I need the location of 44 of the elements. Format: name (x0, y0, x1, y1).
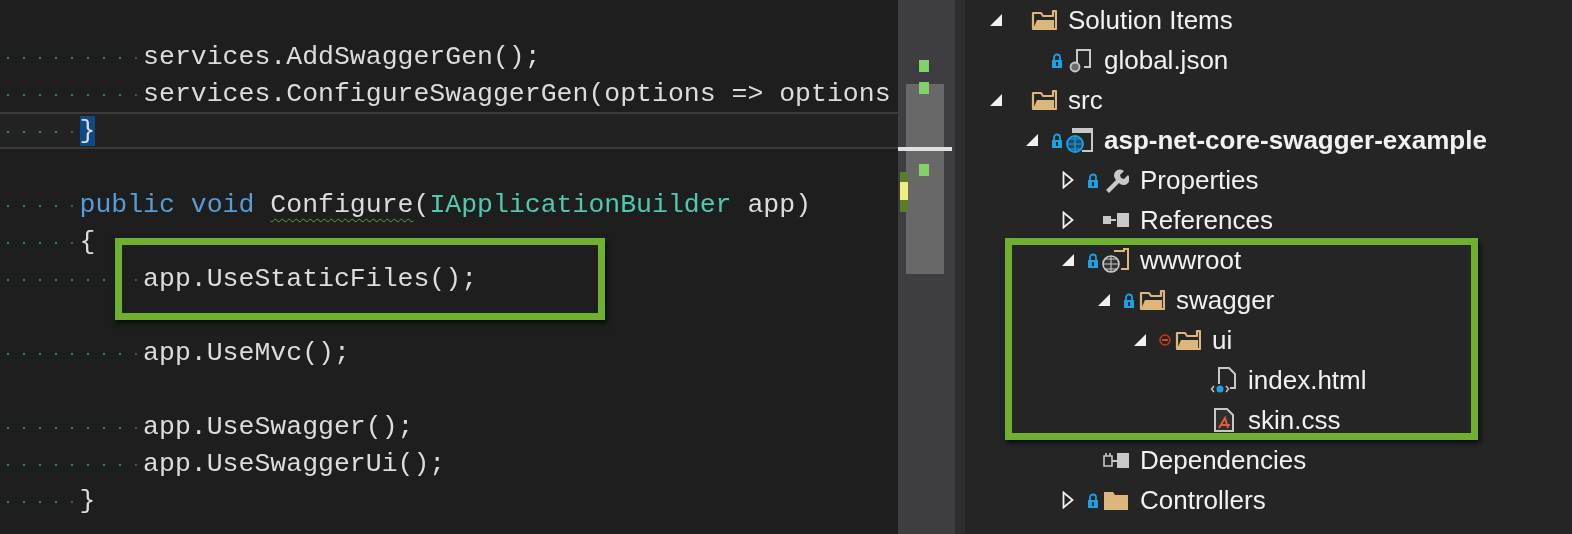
tree-item[interactable]: wwwroot (1140, 244, 1242, 276)
tree-item[interactable]: Dependencies (1140, 444, 1307, 476)
tree-item[interactable]: ui (1212, 324, 1233, 356)
tree-item[interactable]: Controllers (1140, 484, 1266, 516)
expanded-arrow-icon[interactable] (1061, 253, 1075, 267)
expanded-arrow-icon[interactable] (1025, 133, 1039, 147)
scrollbar-drawing[interactable] (898, 0, 965, 534)
open-folder-icon (1031, 89, 1057, 111)
code-line: services.ConfigureSwaggerGen(options => options (143, 78, 891, 109)
tree-item[interactable]: Properties (1140, 164, 1259, 196)
code-line: } (79, 485, 96, 516)
dependencies-icon (1102, 451, 1130, 469)
code-line: app.UseSwaggerUi(); (143, 448, 446, 479)
folder-icon (1103, 489, 1129, 511)
css-file-icon (1213, 407, 1235, 433)
expanded-arrow-icon[interactable] (989, 93, 1003, 107)
json-file-icon (1067, 47, 1093, 73)
code-line: app.UseStaticFiles(); (143, 263, 478, 294)
open-folder-icon (1139, 289, 1165, 311)
code-line: { (79, 226, 96, 257)
code-line: public void Configure(IApplicationBuilder app) (79, 189, 812, 220)
code-line: app.UseMvc(); (143, 337, 350, 368)
tree-item[interactable]: swagger (1176, 284, 1275, 316)
open-folder-icon (1175, 329, 1201, 351)
tree-item[interactable]: asp-net-core-swagger-example (1104, 124, 1487, 156)
expanded-arrow-icon[interactable] (1133, 333, 1147, 347)
open-folder-icon (1031, 9, 1057, 31)
tree-item[interactable]: References (1140, 204, 1273, 236)
collapsed-arrow-icon[interactable] (1062, 491, 1074, 509)
tree-item[interactable]: index.html (1248, 364, 1367, 396)
references-icon (1102, 212, 1130, 228)
code-line: services.AddSwaggerGen(); (143, 41, 541, 72)
html-file-icon (1210, 366, 1238, 394)
tree-item[interactable]: src (1068, 84, 1103, 116)
web-folder-icon (1102, 247, 1130, 273)
expanded-arrow-icon[interactable] (1097, 293, 1111, 307)
collapsed-arrow-icon[interactable] (1062, 211, 1074, 229)
tree-item[interactable]: Solution Items (1068, 4, 1233, 36)
web-project-icon (1066, 127, 1094, 153)
tree-item[interactable]: skin.css (1248, 404, 1341, 436)
collapsed-arrow-icon[interactable] (1062, 171, 1074, 189)
tree-item[interactable]: global.json (1104, 44, 1229, 76)
expanded-arrow-icon[interactable] (989, 13, 1003, 27)
code-line: app.UseSwagger(); (143, 411, 414, 442)
